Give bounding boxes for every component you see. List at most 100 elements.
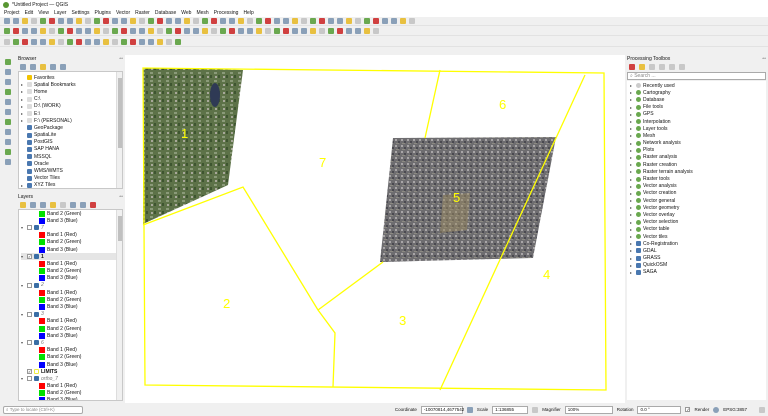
layer-visibility-checkbox[interactable] [27, 282, 32, 288]
toolbar-button-icon[interactable] [382, 18, 388, 24]
collapse-all-icon[interactable] [50, 63, 56, 70]
browser-item[interactable]: Favorites [21, 74, 122, 81]
expand-arrow-icon[interactable]: ▸ [630, 126, 634, 131]
toolbox-group[interactable]: ▸ QuickOSM [630, 262, 766, 269]
toolbar-button-icon[interactable] [355, 18, 361, 24]
toolbar-button-icon[interactable] [40, 18, 46, 24]
expand-arrow-icon[interactable]: ▸ [630, 241, 634, 246]
browser-item[interactable]: ▸ F:\ (PERSONAL) [21, 117, 122, 124]
expression-filter-icon[interactable] [60, 201, 66, 208]
menu-help[interactable]: Help [243, 10, 253, 16]
menu-mesh[interactable]: Mesh [196, 10, 208, 16]
toolbar-button-icon[interactable] [94, 28, 100, 34]
locator-input[interactable]: ⌕ Type to locate (Ctrl+K) [3, 405, 83, 414]
crs-button[interactable]: EPSG:3857 [723, 407, 747, 412]
toolbar-button-icon[interactable] [166, 18, 172, 24]
toolbox-group[interactable]: ▸ Vector creation [630, 190, 766, 197]
band-legend-item[interactable]: Band 1 (Red) [21, 318, 122, 325]
toggle-extents-icon[interactable] [466, 406, 473, 413]
expand-arrow-icon[interactable]: ▸ [21, 183, 25, 188]
toolbox-group[interactable]: ▸ Co-Registration [630, 240, 766, 247]
expand-arrow-icon[interactable]: ▸ [630, 212, 634, 217]
panel-close-button[interactable]: ▫▫ [762, 56, 766, 62]
toolbar-button-icon[interactable] [4, 39, 10, 45]
expand-arrow-icon[interactable]: ▸ [21, 82, 25, 87]
toolbar-button-icon[interactable] [103, 18, 109, 24]
band-legend-item[interactable]: Band 3 (Blue) [21, 397, 122, 400]
coordinate-field[interactable]: -10070814,4677542 [420, 405, 464, 414]
toolbar-button-icon[interactable] [58, 28, 64, 34]
toolbar-button-icon[interactable] [22, 39, 28, 45]
expand-arrow-icon[interactable]: ▸ [630, 191, 634, 196]
toolbar-button-icon[interactable] [409, 18, 415, 24]
history-icon[interactable] [649, 63, 655, 70]
toolbar-button-icon[interactable] [175, 39, 181, 45]
toolbox-group[interactable]: ▸ Mesh [630, 132, 766, 139]
band-legend-item[interactable]: Band 2 (Green) [21, 354, 122, 361]
toolbar-button-icon[interactable] [157, 18, 163, 24]
toolbar-button-icon[interactable] [148, 39, 154, 45]
browser-item[interactable]: WMS/WMTS [21, 167, 122, 174]
add-selected-icon[interactable] [20, 63, 26, 70]
toolbox-group[interactable]: ▸ Vector table [630, 226, 766, 233]
toolbar-button-icon[interactable] [148, 28, 154, 34]
toolbar-button-icon[interactable] [265, 18, 271, 24]
map-canvas[interactable]: 1 2 3 4 5 6 7 [125, 55, 625, 403]
toolbox-search-input[interactable]: ⌕ Search ... [627, 72, 766, 80]
layer-item[interactable]: ✓ LIMITS [21, 368, 122, 375]
band-legend-item[interactable]: Band 2 (Green) [21, 390, 122, 397]
toolbar-button-icon[interactable] [103, 39, 109, 45]
expand-arrow-icon[interactable]: ▸ [630, 112, 634, 117]
toolbox-group[interactable]: ▸ Network analysis [630, 140, 766, 147]
expand-arrow-icon[interactable]: ▸ [630, 90, 634, 95]
toolbar-button-icon[interactable] [85, 18, 91, 24]
lock-scale-icon[interactable] [532, 406, 539, 413]
add-layer-icon[interactable] [5, 119, 11, 125]
map-svg[interactable] [125, 55, 625, 403]
toolbar-button-icon[interactable] [139, 28, 145, 34]
toolbar-button-icon[interactable] [121, 39, 127, 45]
toolbar-button-icon[interactable] [400, 18, 406, 24]
toolbar-button-icon[interactable] [283, 18, 289, 24]
band-legend-item[interactable]: Band 3 (Blue) [21, 217, 122, 224]
toolbar-button-icon[interactable] [256, 18, 262, 24]
expand-arrow-icon[interactable]: ▸ [630, 162, 634, 167]
toolbar-button-icon[interactable] [319, 18, 325, 24]
expand-arrow-icon[interactable]: ▸ [630, 270, 634, 275]
layer-item[interactable]: ▾ ✓ 1 [21, 253, 122, 261]
band-legend-item[interactable]: Band 2 (Green) [21, 239, 122, 246]
messages-icon[interactable] [759, 406, 765, 413]
toolbox-group[interactable]: ▸ Recently used [630, 82, 766, 89]
layer-item[interactable]: ▾ 3 [21, 311, 122, 318]
add-layer-icon[interactable] [5, 159, 11, 165]
toolbar-button-icon[interactable] [139, 39, 145, 45]
toolbox-group[interactable]: ▸ Interpolation [630, 118, 766, 125]
layer-visibility-checkbox[interactable] [27, 225, 32, 231]
toolbar-button-icon[interactable] [355, 28, 361, 34]
toolbar-button-icon[interactable] [391, 18, 397, 24]
browser-item[interactable]: SAP HANA [21, 146, 122, 153]
models-icon[interactable] [629, 63, 635, 70]
toolbar-button-icon[interactable] [148, 18, 154, 24]
band-legend-item[interactable]: Band 2 (Green) [21, 296, 122, 303]
style-icon[interactable] [20, 201, 26, 208]
toolbar-button-icon[interactable] [49, 18, 55, 24]
toolbar-button-icon[interactable] [67, 28, 73, 34]
toolbar-button-icon[interactable] [76, 39, 82, 45]
toolbar-button-icon[interactable] [283, 28, 289, 34]
toolbox-group[interactable]: ▸ Vector general [630, 197, 766, 204]
browser-item[interactable]: SpatiaLite [21, 132, 122, 139]
menu-settings[interactable]: Settings [71, 10, 89, 16]
add-layer-icon[interactable] [5, 99, 11, 105]
toolbox-group[interactable]: ▸ Raster creation [630, 161, 766, 168]
toolbar-button-icon[interactable] [49, 39, 55, 45]
toolbar-button-icon[interactable] [346, 18, 352, 24]
band-legend-item[interactable]: Band 3 (Blue) [21, 275, 122, 282]
menu-view[interactable]: View [38, 10, 49, 16]
add-layer-icon[interactable] [5, 109, 11, 115]
toolbox-group[interactable]: ▸ Vector overlay [630, 211, 766, 218]
toolbox-group[interactable]: ▸ Raster analysis [630, 154, 766, 161]
layers-scrollbar[interactable] [116, 210, 122, 400]
toolbar-button-icon[interactable] [4, 28, 10, 34]
layer-item[interactable]: ▾ 6 [21, 339, 122, 346]
